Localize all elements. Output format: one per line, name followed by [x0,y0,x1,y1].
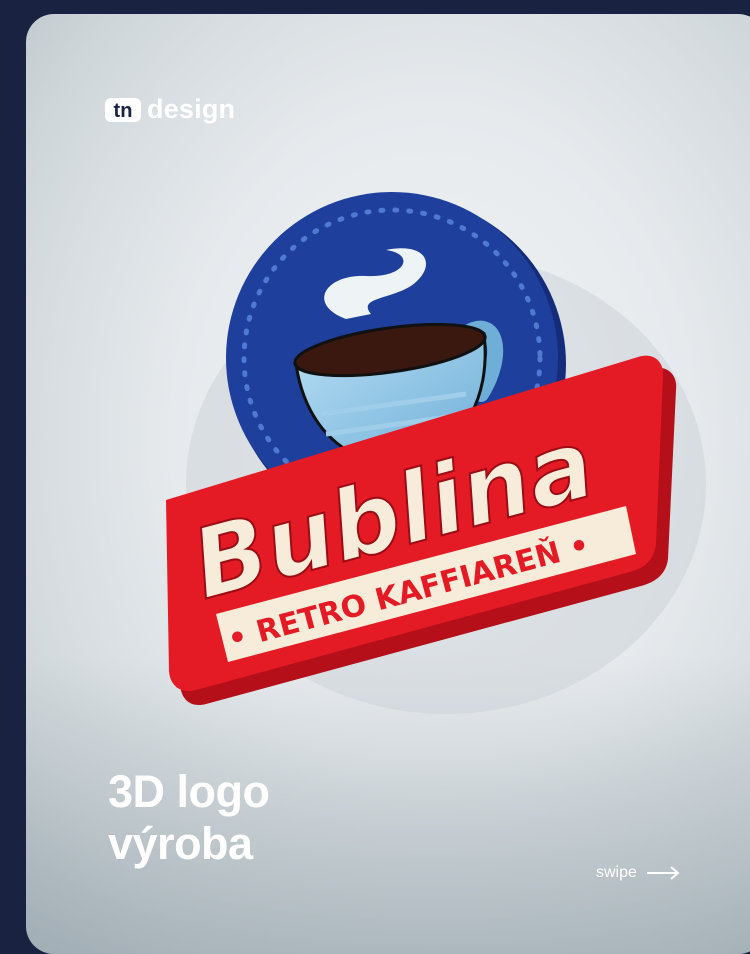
swipe-label: swipe [596,864,637,881]
headline-line-1: 3D logo [108,766,270,817]
swipe-hint[interactable]: swipe [596,864,681,882]
hero-card: tn design Bublina • RETRO KAFFIAREŇ • 3D… [26,14,750,954]
arrow-right-icon [646,866,680,880]
headline: 3D logo výroba [108,766,270,870]
headline-line-2: výroba [108,818,253,869]
